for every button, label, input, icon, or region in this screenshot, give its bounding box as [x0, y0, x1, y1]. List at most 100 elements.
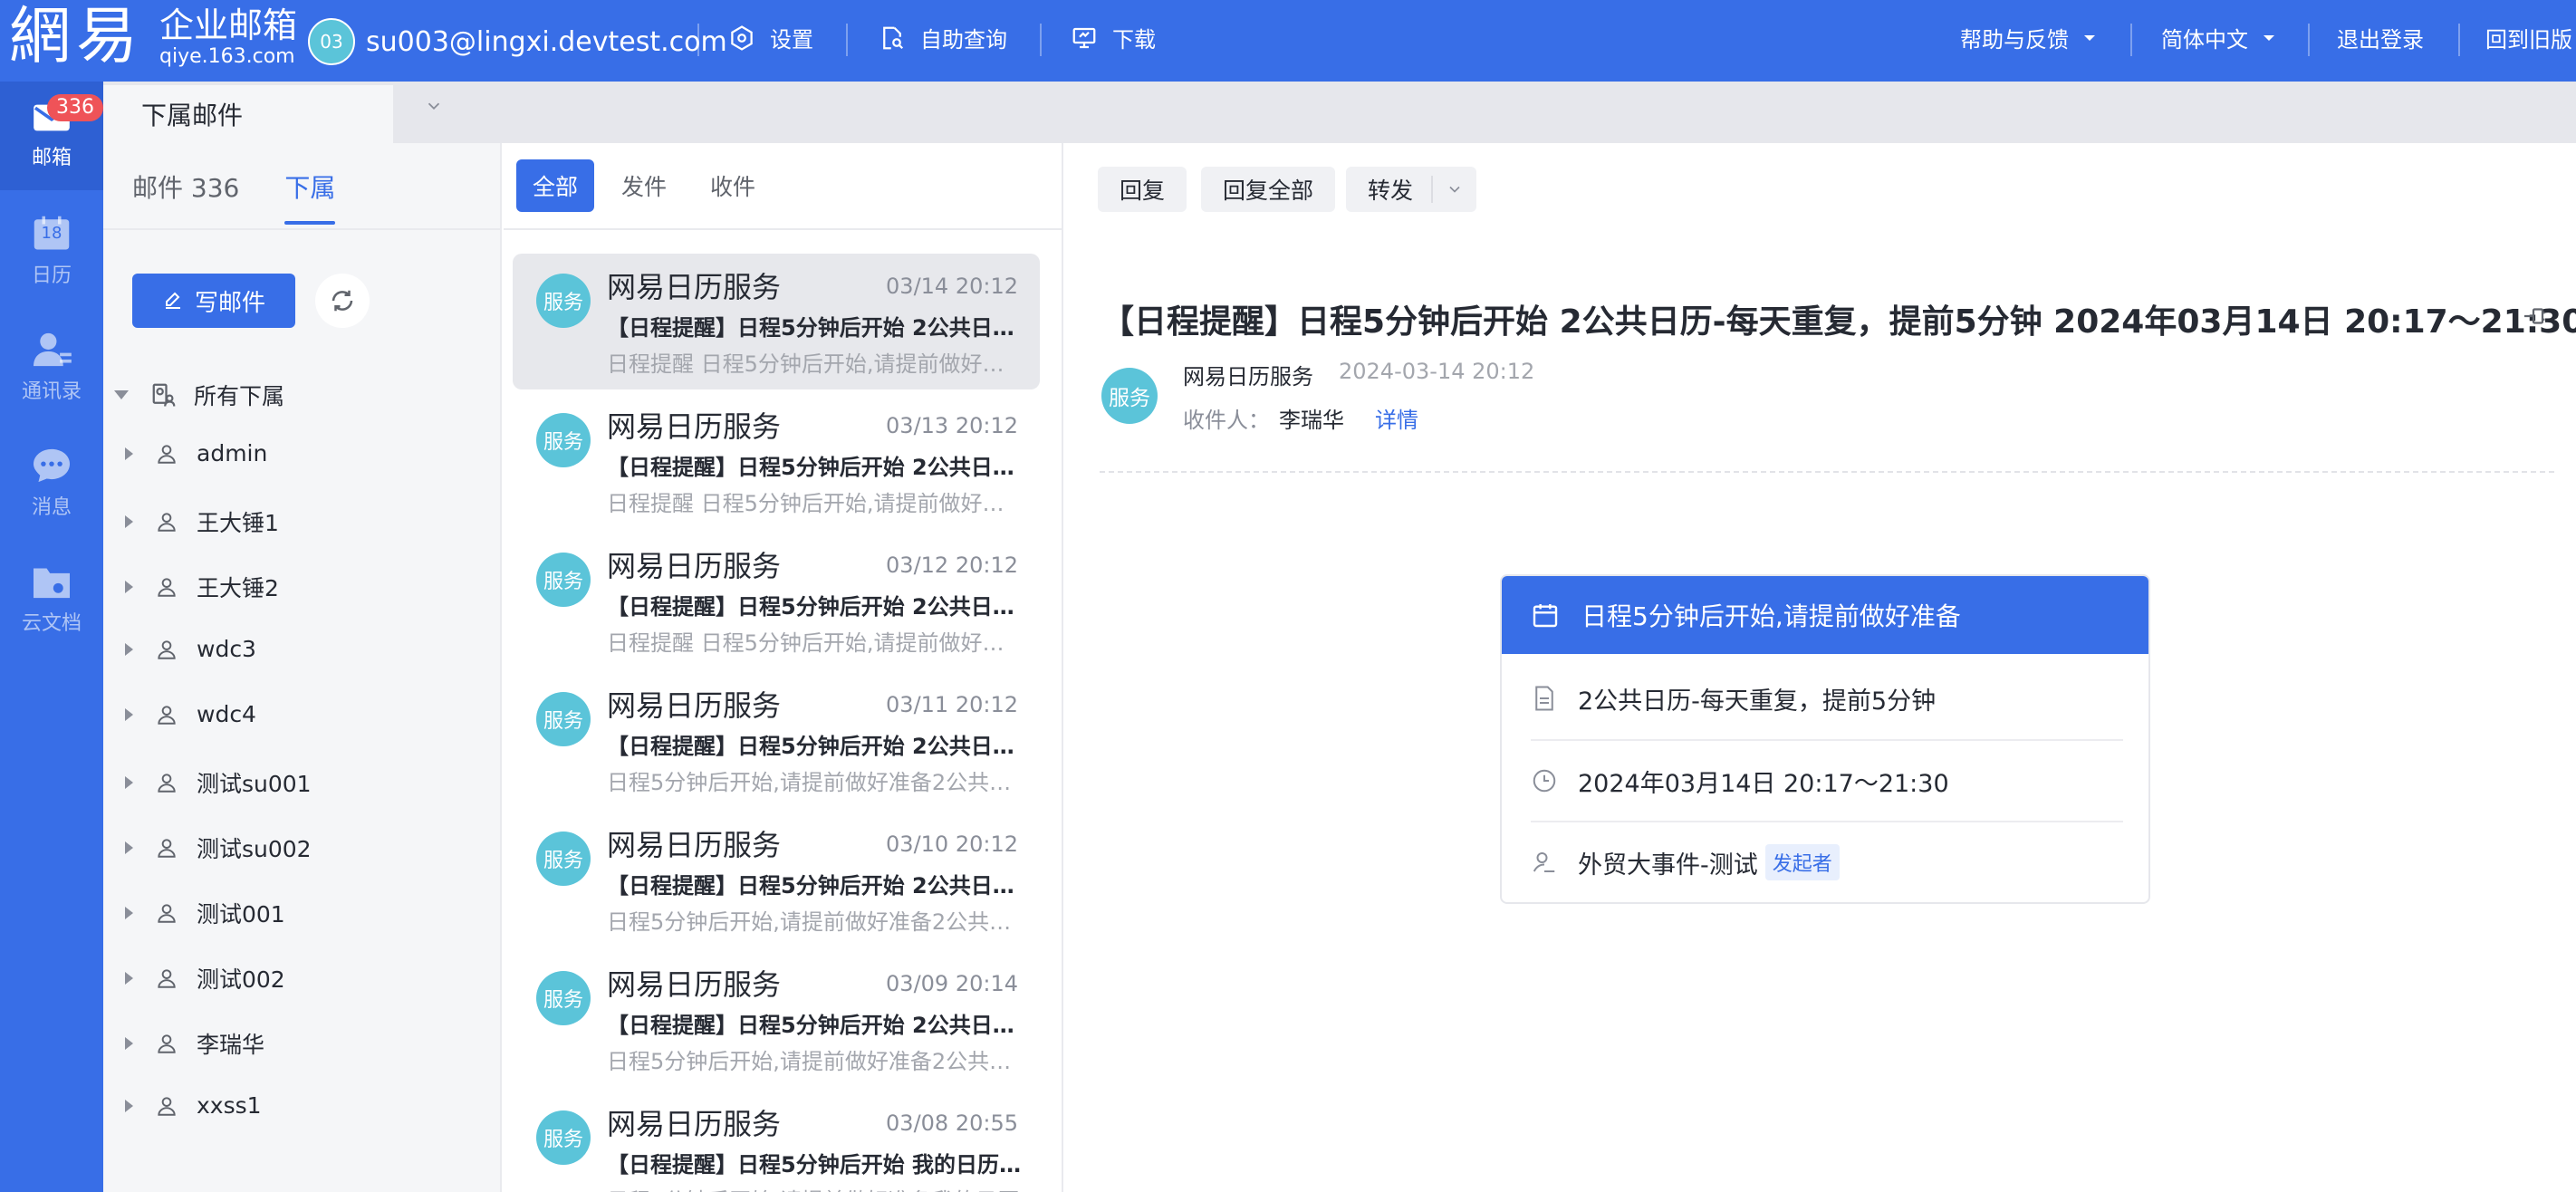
pin-icon[interactable]	[2520, 303, 2547, 330]
mail-list-item[interactable]: 服务 网易日历服务 03/09 20:14 【日程提醒】日程5分钟后开始 2公共日历-…	[513, 951, 1040, 1087]
caret-right-icon[interactable]	[125, 972, 133, 985]
account-switcher[interactable]: 03 su003@lingxi.devtest.com	[308, 18, 727, 65]
caret-right-icon[interactable]	[125, 907, 133, 919]
event-card: 日程5分钟后开始,请提前做好准备 2公共日历-每天重复，提前5分钟 2024年0…	[1500, 574, 2150, 904]
compose-button[interactable]: 写邮件	[132, 274, 295, 328]
chevron-down-icon[interactable]	[1446, 180, 1464, 198]
reply-button[interactable]: 回复	[1098, 167, 1187, 212]
tab-mail[interactable]: 邮件 336	[132, 168, 239, 205]
mail-list-item[interactable]: 服务 网易日历服务 03/12 20:12 【日程提醒】日程5分钟后开始 2公共日历-…	[513, 533, 1040, 668]
settings-link[interactable]: 设置	[728, 22, 813, 53]
logo-title: 企业邮箱	[159, 5, 298, 45]
language-menu[interactable]: 简体中文	[2161, 22, 2277, 53]
monitor-icon	[1072, 27, 1096, 48]
self-query-link[interactable]: 自助查询	[879, 22, 1007, 53]
cloud-docs-icon	[34, 568, 70, 599]
mail-summary: 日程5分钟后开始,请提前做好准备2公共日历-每天重复	[607, 909, 1024, 935]
reply-all-button[interactable]: 回复全部	[1201, 167, 1336, 212]
tree-item[interactable]: 测试002	[125, 962, 285, 995]
tree-item[interactable]: 测试su001	[125, 766, 312, 799]
rail-item-cloud-docs[interactable]: 云文档	[0, 545, 103, 654]
tree-item[interactable]: 李瑞华	[125, 1027, 264, 1060]
sender-avatar: 服务	[536, 274, 591, 328]
tree-item[interactable]: 王大锤1	[125, 505, 279, 538]
mail-list-item[interactable]: 服务 网易日历服务 03/10 20:12 【日程提醒】日程5分钟后开始 2公共日历-…	[513, 812, 1040, 947]
tree-item-label: xxss1	[197, 1092, 262, 1119]
mail-time: 03/10 20:12	[886, 832, 1018, 857]
details-link[interactable]: 详情	[1375, 402, 1418, 434]
refresh-icon	[332, 290, 353, 312]
divider	[1040, 24, 1042, 56]
tab-subordinate-mail[interactable]: 下属邮件	[103, 85, 393, 143]
caret-right-icon[interactable]	[125, 707, 133, 721]
caret-down-icon[interactable]	[114, 390, 129, 399]
mail-list-item[interactable]: 服务 网易日历服务 03/13 20:12 【日程提醒】日程5分钟后开始 2公共日历-…	[513, 393, 1040, 529]
old-version-link[interactable]: 回到旧版	[2485, 22, 2572, 53]
help-menu[interactable]: 帮助与反馈	[1960, 22, 2098, 53]
forward-button[interactable]: 转发	[1346, 167, 1477, 212]
caret-right-icon[interactable]	[125, 841, 133, 854]
mail-summary: 日程5分钟后开始,请提前做好准备我的日历	[607, 1183, 1024, 1192]
event-time-row: 2024年03月14日 20:17～21:30	[1531, 739, 2123, 821]
divider	[504, 228, 1062, 230]
filter-sent[interactable]: 发件	[605, 159, 683, 212]
mail-list-item[interactable]: 服务 网易日历服务 03/14 20:12 【日程提醒】日程5分钟后开始 2公共日历-…	[513, 254, 1040, 389]
rail-item-contacts[interactable]: 通讯录	[0, 313, 103, 422]
logout-link[interactable]: 退出登录	[2337, 22, 2424, 53]
filter-all[interactable]: 全部	[516, 159, 595, 212]
mail-list-item[interactable]: 服务网易日历服务 03/08 20:55 【日程提醒】日程5分钟后开始 我的日历-外…	[513, 1091, 1040, 1192]
mail-subject: 【日程提醒】日程5分钟后开始 2公共日历-每天重复，提前5分钟 2024年03月…	[607, 1013, 1024, 1038]
mail-time: 03/13 20:12	[886, 413, 1018, 438]
tree-item-label: 李瑞华	[197, 1032, 265, 1058]
tab-subordinates[interactable]: 下属	[284, 168, 336, 225]
tree-item-label: 测试001	[197, 901, 285, 928]
clock-icon	[1533, 769, 1556, 793]
unread-badge: 336	[47, 94, 103, 121]
mail-time: 03/14 20:12	[886, 274, 1018, 299]
location-user-icon	[1533, 852, 1555, 872]
caret-right-icon[interactable]	[125, 642, 133, 656]
forward-divider	[1431, 176, 1434, 203]
mail-time: 03/09 20:14	[886, 971, 1018, 996]
caret-right-icon[interactable]	[125, 1099, 133, 1112]
organizer-tag: 发起者	[1764, 844, 1840, 880]
rail-item-mail[interactable]: 邮箱 336	[0, 82, 103, 190]
download-link[interactable]: 下载	[1071, 22, 1156, 53]
mail-time: 03/12 20:12	[886, 553, 1018, 578]
tree-item[interactable]: wdc4	[125, 701, 256, 727]
tree-item[interactable]: xxss1	[125, 1092, 262, 1119]
tree-item[interactable]: admin	[125, 440, 267, 466]
tree-item[interactable]: 王大锤2	[125, 571, 279, 603]
caret-right-icon[interactable]	[125, 447, 133, 460]
caret-right-icon[interactable]	[125, 776, 133, 789]
chevron-down-icon	[2084, 34, 2095, 41]
recipient-name[interactable]: 李瑞华	[1279, 402, 1344, 434]
document-icon	[1535, 686, 1553, 711]
divider	[697, 24, 699, 56]
divider	[2458, 24, 2460, 56]
filter-received[interactable]: 收件	[694, 159, 772, 212]
sender-name[interactable]: 网易日历服务	[1183, 359, 1313, 390]
tree-root-all-subordinates[interactable]: 所有下属	[114, 379, 284, 411]
sender-avatar: 服务	[536, 692, 591, 746]
tree-item[interactable]: wdc3	[125, 636, 256, 662]
sender-avatar: 服务	[536, 553, 591, 607]
mail-list-panel: 全部 发件 收件 服务 网易日历服务 03/14 20:12 【日程提醒】日程5分钟后…	[504, 143, 1063, 1192]
mail-list-item[interactable]: 服务 网易日历服务 03/11 20:12 【日程提醒】日程5分钟后开始 2公共日历-…	[513, 672, 1040, 808]
mail-date: 2024-03-14 20:12	[1339, 359, 1535, 384]
person-icon	[158, 839, 176, 858]
caret-right-icon[interactable]	[125, 581, 133, 593]
mail-sender: 网易日历服务	[607, 688, 782, 723]
tree-item[interactable]: 测试su002	[125, 832, 312, 864]
caret-right-icon[interactable]	[125, 1037, 133, 1050]
rail-item-messages[interactable]: 消息	[0, 429, 103, 538]
caret-right-icon[interactable]	[125, 515, 133, 528]
logo[interactable]: 網易 企业邮箱 qiye.163.com	[9, 5, 297, 69]
refresh-button[interactable]	[315, 274, 370, 328]
divider	[1100, 471, 2554, 473]
chevron-down-icon[interactable]	[424, 96, 444, 116]
person-icon	[158, 639, 176, 659]
tree-item[interactable]: 测试001	[125, 897, 285, 929]
divider	[103, 228, 502, 230]
rail-item-calendar[interactable]: 18 日历	[0, 197, 103, 306]
